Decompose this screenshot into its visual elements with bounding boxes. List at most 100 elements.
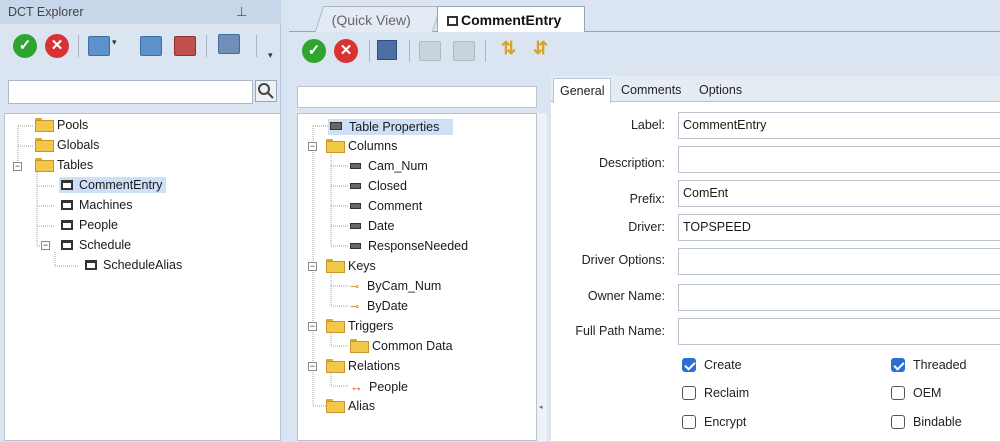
create-checkbox[interactable]: Create	[682, 358, 742, 372]
collapse-icon[interactable]: −	[13, 162, 22, 171]
oem-checkbox[interactable]: OEM	[891, 386, 941, 400]
tree-item-schedule[interactable]: Schedule	[61, 238, 131, 252]
ok-icon[interactable]: ✓	[13, 34, 37, 58]
label-field-label: Label:	[630, 118, 665, 132]
properties-tabs: General Comments Options	[551, 76, 1000, 103]
explorer-title: DCT Explorer	[8, 5, 84, 19]
column-icon	[350, 243, 361, 249]
column-icon	[350, 203, 361, 209]
checkbox-checked-icon	[682, 358, 696, 372]
full-path-name-field[interactable]	[678, 318, 1000, 345]
table-icon	[61, 220, 73, 230]
tree-item-relations[interactable]: Relations	[326, 359, 400, 373]
checkbox-icon	[682, 415, 696, 429]
driver-options-field-label: Driver Options:	[581, 253, 665, 267]
edit-item-icon[interactable]	[140, 36, 162, 56]
tree-item-table-properties[interactable]: Table Properties	[328, 119, 454, 135]
collapse-icon[interactable]: −	[41, 241, 50, 250]
tree-item-globals[interactable]: Globals	[35, 138, 99, 152]
relation-arrow-icon: ↔	[350, 379, 363, 394]
folder-icon	[350, 339, 369, 353]
driver-field[interactable]: TOPSPEED	[678, 214, 1000, 241]
collapse-icon[interactable]: −	[308, 322, 317, 331]
properties-panel: General Comments Options Label: CommentE…	[551, 76, 1000, 441]
tab-quick-view[interactable]: (Quick View)	[314, 6, 442, 32]
table-icon	[447, 16, 458, 26]
bindable-checkbox[interactable]: Bindable	[891, 415, 962, 429]
document-tabs: (Quick View) CommentEntry	[289, 0, 1000, 32]
threaded-checkbox[interactable]: Threaded	[891, 358, 967, 372]
tree-item-tables[interactable]: Tables	[35, 158, 93, 172]
explorer-title-bar: DCT Explorer ⊥	[0, 0, 281, 24]
tree-item-machines[interactable]: Machines	[61, 198, 133, 212]
dropdown-arrow-icon[interactable]: ▾	[112, 37, 117, 48]
owner-name-field[interactable]	[678, 284, 1000, 311]
tree-item-triggers[interactable]: Triggers	[326, 319, 393, 333]
tree-item-keys[interactable]: Keys	[326, 259, 376, 273]
tree-item-column[interactable]: Cam_Num	[350, 159, 428, 173]
tree-item-column[interactable]: Closed	[350, 179, 407, 193]
column-icon	[350, 223, 361, 229]
prefix-field[interactable]: ComEnt	[678, 180, 1000, 207]
description-field[interactable]	[678, 146, 1000, 173]
search-icon[interactable]	[255, 80, 277, 102]
checkbox-icon	[891, 415, 905, 429]
tree-item-alias[interactable]: Alias	[326, 399, 375, 413]
tree-item-key[interactable]: ⊸ ByDate	[350, 299, 408, 313]
tree-item-schedulealias[interactable]: ScheduleAlias	[85, 258, 182, 272]
tree-item-column[interactable]: ResponseNeeded	[350, 239, 468, 253]
tree-item-pools[interactable]: Pools	[35, 118, 88, 132]
cancel-icon[interactable]: ✕	[334, 39, 358, 63]
column-icon	[350, 183, 361, 189]
table-icon	[85, 260, 97, 270]
folder-open-icon	[35, 158, 54, 172]
properties-icon[interactable]	[218, 34, 240, 54]
move-up-icon[interactable]: ⇅	[501, 38, 516, 59]
toolbar-overflow-icon[interactable]: ▾	[268, 50, 273, 61]
owner-name-field-label: Owner Name:	[587, 289, 665, 303]
encrypt-checkbox[interactable]: Encrypt	[682, 415, 746, 429]
tab-options[interactable]: Options	[693, 78, 748, 102]
cancel-icon[interactable]: ✕	[45, 34, 69, 58]
tree-item-common-data[interactable]: Common Data	[350, 339, 453, 353]
tab-commententry[interactable]: CommentEntry	[437, 6, 585, 32]
structure-search-input[interactable]	[297, 86, 537, 108]
ok-icon[interactable]: ✓	[302, 39, 326, 63]
label-field[interactable]: CommentEntry	[678, 112, 1000, 139]
splitter-arrow-icon: ◂	[539, 404, 543, 411]
add-item-icon[interactable]	[88, 36, 110, 56]
tab-general[interactable]: General	[553, 78, 612, 103]
driver-options-field[interactable]	[678, 248, 1000, 275]
tree-item-column[interactable]: Comment	[350, 199, 422, 213]
tree-item-people[interactable]: People	[61, 218, 118, 232]
checkbox-checked-icon	[891, 358, 905, 372]
reclaim-checkbox[interactable]: Reclaim	[682, 386, 749, 400]
tree-item-relation[interactable]: ↔ People	[350, 379, 408, 394]
collapse-icon[interactable]: −	[308, 142, 317, 151]
column-icon	[350, 163, 361, 169]
collapse-icon[interactable]: −	[308, 262, 317, 271]
dct-explorer-panel: DCT Explorer ⊥ ✓ ✕ ▾ ▾ Pools Globals − T…	[0, 0, 281, 441]
folder-icon	[35, 138, 54, 152]
folder-icon	[35, 118, 54, 132]
collapse-icon[interactable]: −	[308, 362, 317, 371]
move-down-icon[interactable]: ⇵	[533, 38, 548, 59]
tree-item-key[interactable]: ⊸ ByCam_Num	[350, 279, 441, 293]
tab-comments[interactable]: Comments	[615, 78, 687, 102]
tree-item-column[interactable]: Date	[350, 219, 394, 233]
table-icon	[61, 240, 73, 250]
delete-item-icon[interactable]	[174, 36, 196, 56]
explorer-search-input[interactable]	[8, 80, 253, 104]
splitter-handle[interactable]: ◂	[537, 113, 547, 441]
pin-icon[interactable]: ⊥	[236, 4, 247, 20]
description-field-label: Description:	[599, 156, 665, 170]
document-toolbar: ✓ ✕ ⇅ ⇵	[289, 34, 1000, 72]
folder-open-icon	[326, 319, 345, 333]
tree-item-commententry[interactable]: CommentEntry	[59, 177, 167, 193]
save-icon[interactable]	[377, 40, 397, 60]
prefix-field-label: Prefix:	[629, 192, 665, 206]
checkbox-icon	[682, 386, 696, 400]
tree-item-columns[interactable]: Columns	[326, 139, 397, 153]
structure-tree: Table Properties − Columns Cam_Num Close…	[297, 113, 537, 441]
folder-open-icon	[326, 139, 345, 153]
